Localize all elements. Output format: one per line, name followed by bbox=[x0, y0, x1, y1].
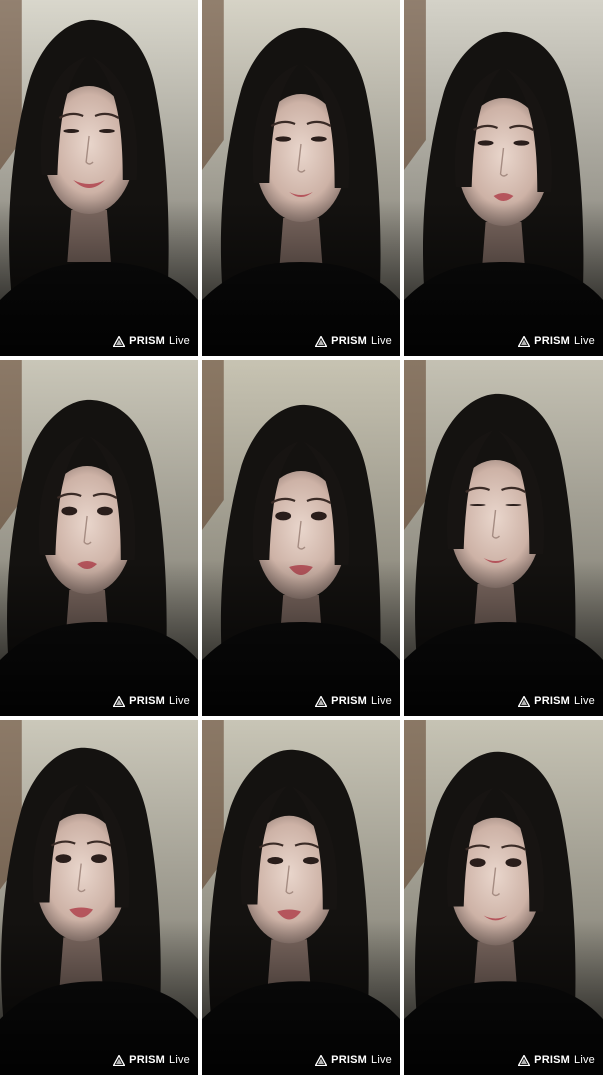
portrait-scene-9 bbox=[404, 720, 603, 1075]
video-frame-9: PRISM Live bbox=[404, 720, 603, 1075]
watermark-brand: PRISM bbox=[129, 1054, 166, 1066]
prism-triangle-icon bbox=[518, 1054, 531, 1066]
watermark-suffix: Live bbox=[169, 335, 190, 347]
prism-live-watermark: PRISM Live bbox=[113, 695, 190, 707]
video-frame-3: PRISM Live bbox=[404, 0, 603, 356]
video-frame-4: PRISM Live bbox=[0, 360, 198, 716]
watermark-suffix: Live bbox=[371, 1054, 392, 1066]
prism-live-watermark: PRISM Live bbox=[518, 335, 595, 347]
watermark-suffix: Live bbox=[574, 695, 595, 707]
watermark-brand: PRISM bbox=[129, 695, 166, 707]
portrait-scene-2 bbox=[202, 0, 400, 356]
video-frame-7: PRISM Live bbox=[0, 720, 198, 1075]
watermark-brand: PRISM bbox=[331, 695, 368, 707]
prism-live-watermark: PRISM Live bbox=[518, 695, 595, 707]
portrait-scene-8 bbox=[202, 720, 400, 1075]
watermark-suffix: Live bbox=[169, 695, 190, 707]
watermark-suffix: Live bbox=[371, 335, 392, 347]
prism-triangle-icon bbox=[518, 335, 531, 347]
prism-triangle-icon bbox=[113, 1054, 126, 1066]
prism-triangle-icon bbox=[315, 1054, 328, 1066]
prism-live-watermark: PRISM Live bbox=[113, 335, 190, 347]
watermark-brand: PRISM bbox=[534, 695, 571, 707]
prism-triangle-icon bbox=[315, 695, 328, 707]
watermark-suffix: Live bbox=[574, 1054, 595, 1066]
watermark-suffix: Live bbox=[371, 695, 392, 707]
prism-triangle-icon bbox=[518, 695, 531, 707]
portrait-scene-6 bbox=[404, 360, 603, 716]
prism-triangle-icon bbox=[113, 335, 126, 347]
video-frame-2: PRISM Live bbox=[202, 0, 400, 356]
prism-live-watermark: PRISM Live bbox=[518, 1054, 595, 1066]
portrait-scene-7 bbox=[0, 720, 198, 1075]
portrait-scene-5 bbox=[202, 360, 400, 716]
prism-live-watermark: PRISM Live bbox=[315, 335, 392, 347]
portrait-scene-3 bbox=[404, 0, 603, 356]
watermark-brand: PRISM bbox=[331, 1054, 368, 1066]
portrait-scene-1 bbox=[0, 0, 198, 356]
video-frame-5: PRISM Live bbox=[202, 360, 400, 716]
video-frame-1: PRISM Live bbox=[0, 0, 198, 356]
video-frame-6: PRISM Live bbox=[404, 360, 603, 716]
prism-triangle-icon bbox=[113, 695, 126, 707]
watermark-brand: PRISM bbox=[534, 335, 571, 347]
watermark-suffix: Live bbox=[169, 1054, 190, 1066]
video-frame-8: PRISM Live bbox=[202, 720, 400, 1075]
frame-grid: PRISM Live PRISM Live PRISM Live PRISM L… bbox=[0, 0, 603, 1075]
watermark-brand: PRISM bbox=[534, 1054, 571, 1066]
watermark-suffix: Live bbox=[574, 335, 595, 347]
prism-triangle-icon bbox=[315, 335, 328, 347]
watermark-brand: PRISM bbox=[129, 335, 166, 347]
prism-live-watermark: PRISM Live bbox=[315, 1054, 392, 1066]
prism-live-watermark: PRISM Live bbox=[315, 695, 392, 707]
watermark-brand: PRISM bbox=[331, 335, 368, 347]
prism-live-watermark: PRISM Live bbox=[113, 1054, 190, 1066]
portrait-scene-4 bbox=[0, 360, 198, 716]
